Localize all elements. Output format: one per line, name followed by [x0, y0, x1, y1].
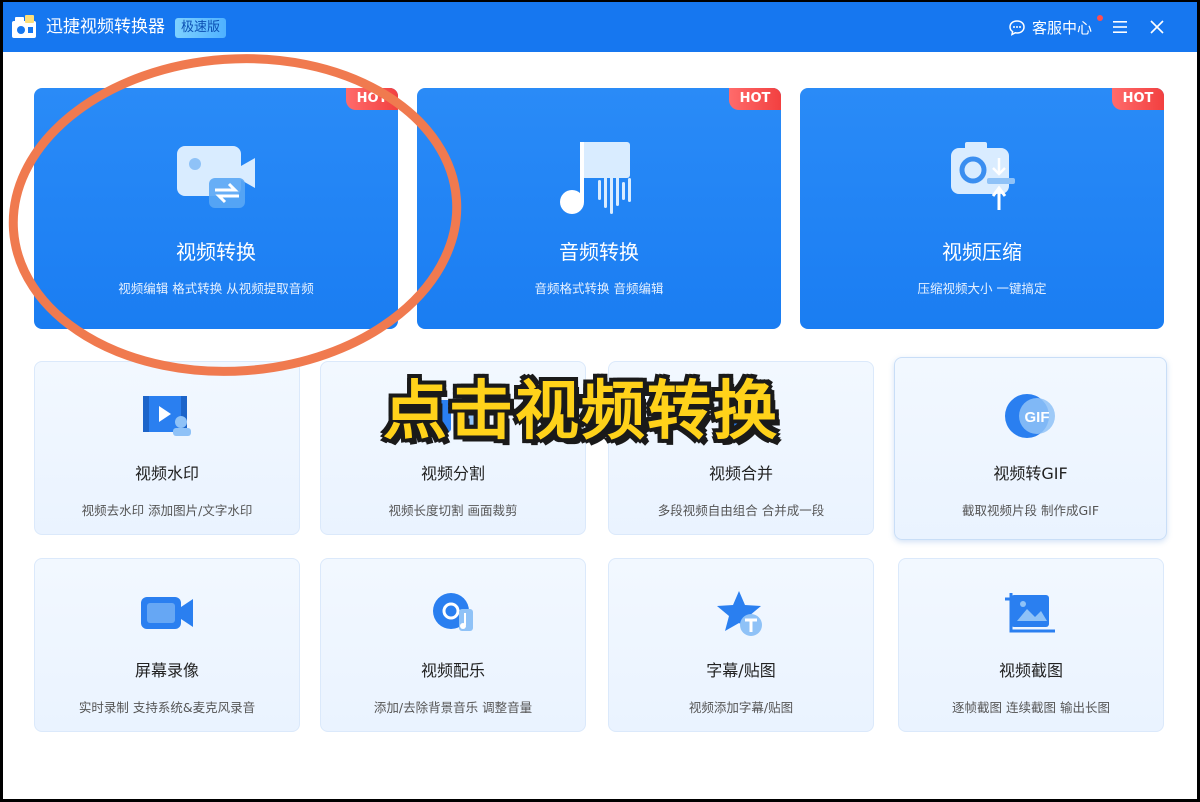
app-title: 迅捷视频转换器 [46, 17, 165, 37]
hot-badge: HOT [346, 88, 398, 110]
subtitle-sticker-icon [717, 591, 762, 636]
annotation-caption: 点击视频转换 [383, 375, 779, 449]
title-bar: 迅捷视频转换器 极速版 客服中心 [3, 2, 1197, 52]
card-title: 视频分割 [420, 464, 485, 483]
card-title: 视频水印 [134, 464, 199, 483]
card-desc: 添加/去除背景音乐 调整音量 [373, 700, 533, 715]
card-title: 视频转换 [176, 240, 256, 264]
subtitle-sticker-card[interactable]: 字幕/贴图 视频添加字幕/贴图 [608, 558, 874, 732]
notification-dot [1097, 15, 1103, 21]
edition-badge: 极速版 [175, 18, 227, 38]
screen-record-card[interactable]: 屏幕录像 实时录制 支持系统&麦克风录音 [34, 558, 300, 732]
card-title: 字幕/贴图 [706, 661, 776, 680]
card-desc: 逐帧截图 连续截图 输出长图 [952, 700, 1110, 715]
video-convert-card[interactable]: HOT 视频转换 视频编辑 格式转换 从视频提取音频 [34, 88, 398, 329]
card-desc: 压缩视频大小 一键搞定 [917, 281, 1047, 296]
card-title: 视频合并 [708, 464, 773, 483]
app-logo-icon [12, 15, 36, 38]
card-desc: 视频长度切割 画面裁剪 [388, 503, 518, 518]
card-desc: 音频格式转换 音频编辑 [534, 281, 664, 296]
video-watermark-icon [143, 396, 191, 436]
card-desc: 实时录制 支持系统&麦克风录音 [78, 700, 256, 715]
video-music-icon [433, 593, 473, 631]
hot-badge: HOT [1112, 88, 1164, 110]
card-title: 视频截图 [998, 661, 1063, 680]
hot-badge: HOT [729, 88, 781, 110]
card-title: 视频配乐 [420, 661, 485, 680]
support-center-label: 客服中心 [1032, 19, 1093, 37]
gif-icon-label: GIF [1024, 409, 1049, 426]
close-icon[interactable] [1149, 19, 1165, 35]
card-title: 屏幕录像 [134, 661, 199, 680]
chat-bubble-icon [1009, 19, 1025, 36]
menu-icon[interactable] [1112, 19, 1128, 35]
card-desc: 视频去水印 添加图片/文字水印 [81, 503, 253, 518]
card-desc: 多段视频自由组合 合并成一段 [657, 503, 825, 518]
audio-convert-card[interactable]: HOT 音频转换 音频格式转换 音频编辑 [417, 88, 781, 329]
screen-record-icon [141, 597, 193, 629]
card-title: 音频转换 [559, 240, 639, 264]
video-to-gif-card[interactable]: GIF 视频转GIF 截取视频片段 制作成GIF [894, 357, 1167, 540]
video-screenshot-icon [1005, 593, 1055, 633]
video-music-card[interactable]: 视频配乐 添加/去除背景音乐 调整音量 [320, 558, 586, 732]
card-title: 视频压缩 [942, 240, 1022, 264]
app-window: 迅捷视频转换器 极速版 客服中心 HOT 视频转换 视频编辑 格式转换 从视频提… [3, 2, 1197, 799]
card-desc: 截取视频片段 制作成GIF [961, 503, 1100, 518]
video-convert-icon [177, 146, 255, 208]
video-screenshot-card[interactable]: 视频截图 逐帧截图 连续截图 输出长图 [898, 558, 1164, 732]
card-desc: 视频添加字幕/贴图 [688, 700, 794, 715]
gif-icon: GIF [1004, 394, 1055, 438]
video-compress-icon [951, 142, 1015, 210]
card-title: 视频转GIF [993, 464, 1068, 483]
support-center-button[interactable]: 客服中心 [1008, 15, 1103, 38]
audio-convert-icon [560, 142, 631, 214]
video-watermark-card[interactable]: 视频水印 视频去水印 添加图片/文字水印 [34, 361, 300, 535]
card-desc: 视频编辑 格式转换 从视频提取音频 [118, 281, 314, 296]
video-compress-card[interactable]: HOT 视频压缩 压缩视频大小 一键搞定 [800, 88, 1164, 329]
